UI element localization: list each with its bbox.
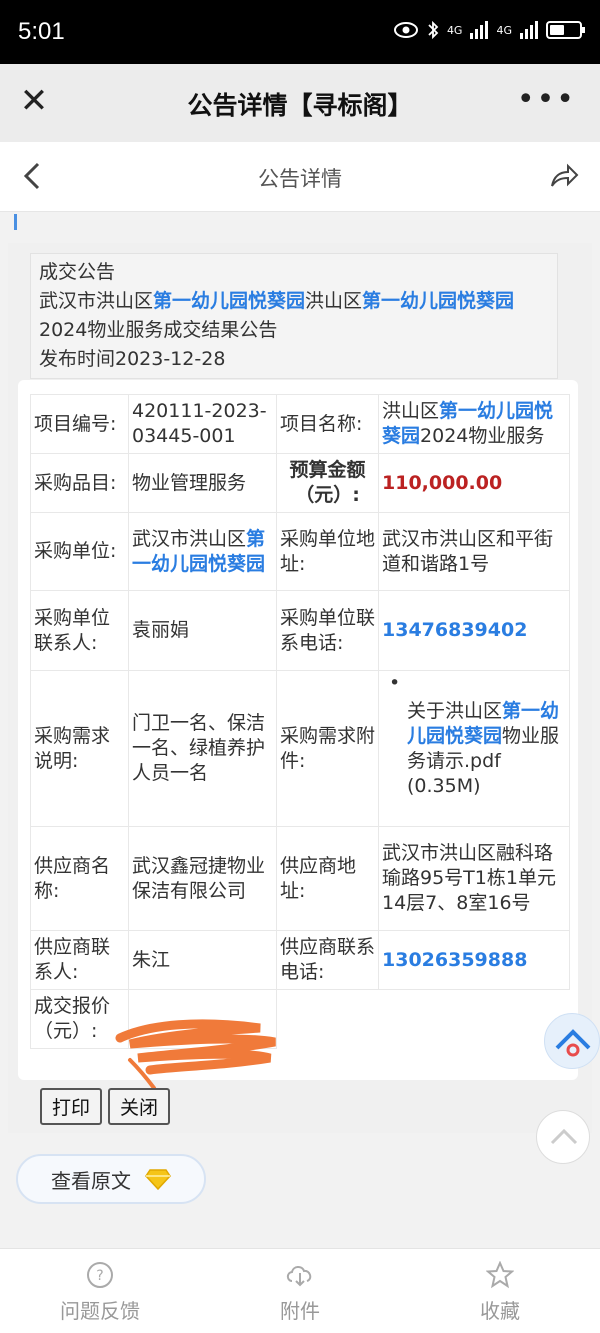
table-row: 供应商名称: 武汉鑫冠捷物业保洁有限公司 供应商地址: 武汉市洪山区融科珞瑜路9… [30, 826, 570, 931]
view-original-label: 查看原文 [51, 1168, 131, 1193]
tab-feedback-label: 问题反馈 [60, 1299, 140, 1323]
contact-phone-label: 采购单位联系电话: [276, 590, 379, 671]
signal-icon-1 [470, 21, 489, 39]
keyword-highlight: 第一幼儿园悦葵园 [153, 290, 306, 312]
project-no-label: 项目编号: [30, 394, 129, 454]
section-marker [14, 214, 17, 230]
need-attachment-label: 采购需求附件: [276, 670, 379, 827]
more-icon[interactable]: ••• [517, 82, 576, 117]
category-label: 采购品目: [30, 453, 129, 513]
table-row: 项目编号: 420111-2023-03445-001 项目名称: 洪山区第一幼… [30, 394, 570, 454]
status-icons: 4G 4G [393, 20, 585, 40]
page-title: 公告详情 [258, 167, 342, 191]
view-original-button[interactable]: 查看原文 [16, 1154, 206, 1204]
network-label-1: 4G [446, 23, 463, 37]
scroll-top-button[interactable] [536, 1110, 590, 1164]
share-icon[interactable] [548, 160, 580, 192]
supplier-phone-label: 供应商联系电话: [276, 930, 379, 990]
supplier-label: 供应商名称: [30, 826, 129, 931]
supplier-phone-link[interactable]: 13026359888 [378, 930, 570, 990]
star-icon [486, 1261, 514, 1289]
need-value: 门卫一名、保洁一名、绿植养护人员一名 [128, 670, 277, 827]
app-bar: ✕ 公告详情【寻标阁】 ••• [0, 64, 600, 142]
keyword-highlight: 第一幼儿园悦葵园 [362, 290, 515, 312]
buyer-label: 采购单位: [30, 512, 129, 591]
contact-value: 袁丽娟 [128, 590, 277, 671]
project-name-value: 洪山区第一幼儿园悦葵园2024物业服务 [378, 394, 570, 454]
contact-label: 采购单位联系人: [30, 590, 129, 671]
announcement-article: 成交公告 武汉市洪山区第一幼儿园悦葵园洪山区第一幼儿园悦葵园2024物业服务成交… [8, 243, 592, 1133]
bluetooth-icon [428, 20, 439, 40]
publish-date: 发布时间2023-12-28 [39, 348, 226, 370]
svg-text:?: ? [96, 1268, 103, 1284]
network-label-2: 4G [496, 23, 512, 37]
buyer-value: 武汉市洪山区第一幼儿园悦葵园 [128, 512, 277, 591]
buyer-address-label: 采购单位地址: [276, 512, 379, 591]
assistant-float-icon[interactable] [544, 1013, 600, 1069]
project-no-value: 420111-2023-03445-001 [128, 394, 277, 454]
table-row: 采购需求说明: 门卫一名、保洁一名、绿植养护人员一名 采购需求附件: 关于洪山区… [30, 670, 570, 827]
supplier-contact-label: 供应商联系人: [30, 930, 129, 990]
assistant-icon [555, 1029, 591, 1057]
tab-feedback[interactable]: ? 问题反馈 [0, 1249, 200, 1333]
contact-phone-link[interactable]: 13476839402 [378, 590, 570, 671]
table-row: 采购品目: 物业管理服务 预算金额（元）: 110,000.00 [30, 453, 570, 513]
category-value: 物业管理服务 [128, 453, 277, 513]
question-icon: ? [87, 1262, 113, 1288]
diamond-icon [145, 1169, 171, 1190]
announcement-header: 成交公告 武汉市洪山区第一幼儿园悦葵园洪山区第一幼儿园悦葵园2024物业服务成交… [30, 253, 558, 379]
app-title: 公告详情【寻标阁】 [187, 91, 413, 120]
signal-icon-2 [520, 21, 538, 39]
table-row: 采购单位: 武汉市洪山区第一幼儿园悦葵园 采购单位地址: 武汉市洪山区和平街道和… [30, 512, 570, 591]
table-row: 采购单位联系人: 袁丽娟 采购单位联系电话: 13476839402 [30, 590, 570, 671]
detail-table: 项目编号: 420111-2023-03445-001 项目名称: 洪山区第一幼… [30, 394, 570, 1049]
tab-attachment-label: 附件 [280, 1299, 320, 1323]
budget-label: 预算金额（元）: [276, 453, 379, 513]
tab-favorite[interactable]: 收藏 [400, 1249, 600, 1333]
cloud-download-icon [286, 1266, 312, 1287]
redaction-scribble [115, 1019, 276, 1090]
print-button[interactable]: 打印 [40, 1088, 103, 1125]
table-row: 供应商联系人: 朱江 供应商联系电话: 13026359888 [30, 930, 570, 990]
buyer-address-value: 武汉市洪山区和平街道和谐路1号 [378, 512, 570, 591]
status-bar: 5:01 4G 4G [0, 0, 600, 64]
nav-bar: 公告详情 [0, 142, 600, 212]
need-label: 采购需求说明: [30, 670, 129, 827]
bottom-tab-bar: ? 问题反馈 附件 收藏 [0, 1248, 600, 1333]
supplier-address-label: 供应商地址: [276, 826, 379, 931]
announcement-title: 武汉市洪山区第一幼儿园悦葵园洪山区第一幼儿园悦葵园2024物业服务成交结果公告 [39, 290, 515, 341]
eye-icon [393, 22, 418, 38]
budget-value: 110,000.00 [378, 453, 570, 513]
tab-attachment[interactable]: 附件 [200, 1249, 400, 1333]
chevron-up-icon [550, 1128, 578, 1145]
action-buttons: 打印 关闭 [40, 1088, 171, 1125]
battery-icon [546, 21, 585, 39]
status-time: 5:01 [18, 18, 65, 45]
supplier-contact-value: 朱江 [128, 930, 277, 990]
supplier-address-value: 武汉市洪山区融科珞瑜路95号T1栋1单元14层7、8室16号 [378, 826, 570, 931]
tab-favorite-label: 收藏 [480, 1299, 520, 1323]
close-button[interactable]: 关闭 [108, 1088, 171, 1125]
detail-table-card: 项目编号: 420111-2023-03445-001 项目名称: 洪山区第一幼… [18, 380, 578, 1080]
supplier-value: 武汉鑫冠捷物业保洁有限公司 [128, 826, 277, 931]
announcement-category: 成交公告 [39, 261, 116, 283]
attachment-link[interactable]: 关于洪山区第一幼儿园悦葵园物业服务请示.pdf (0.35M) [378, 670, 570, 827]
project-name-label: 项目名称: [276, 394, 379, 454]
